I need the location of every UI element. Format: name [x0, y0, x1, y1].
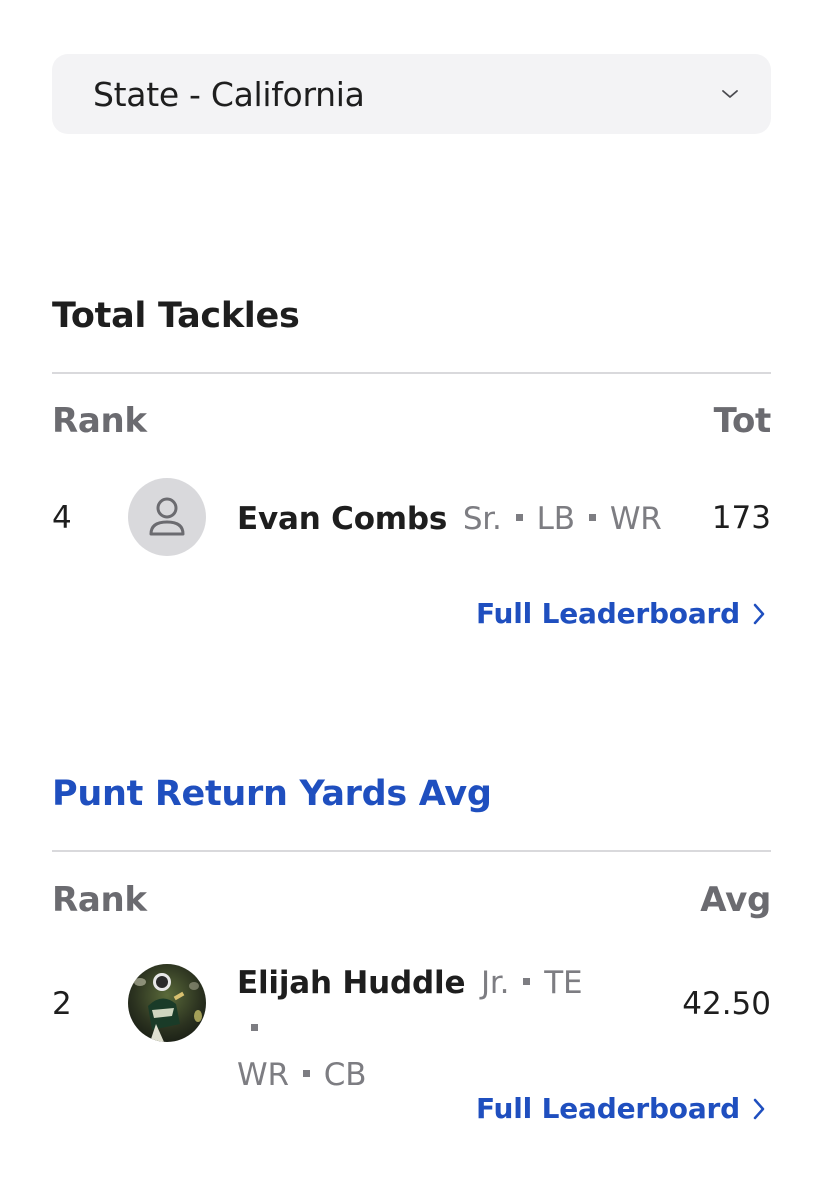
player-position: TE: [544, 965, 583, 1001]
person-icon: [149, 497, 185, 536]
player-class: Jr.: [480, 965, 510, 1001]
section-title-total-tackles: Total Tackles: [52, 296, 300, 336]
full-leaderboard-link[interactable]: Full Leaderboard: [476, 1092, 766, 1125]
rank-column-header: Rank: [52, 401, 147, 441]
separator-dot: [523, 978, 531, 985]
rank-number: 2: [52, 986, 72, 1022]
chevron-right-icon: [753, 1098, 765, 1119]
player-position: WR: [237, 1057, 289, 1093]
full-leaderboard-label: Full Leaderboard: [475, 597, 740, 630]
avatar: [128, 478, 206, 556]
chevron-right-icon: [753, 603, 765, 624]
separator-dot: [302, 1070, 310, 1077]
stat-value: 173: [711, 500, 771, 536]
player-photo: [128, 964, 206, 1042]
rank-column-header: Rank: [52, 880, 147, 920]
stat-column-header: Avg: [700, 880, 771, 920]
stat-value: 42.50: [682, 986, 771, 1022]
player-info: Evan Combs Sr. LB WR: [237, 496, 662, 542]
leaderboard-page: State - California Total Tackles Rank To…: [0, 0, 823, 1200]
section-divider: [52, 372, 771, 374]
separator-dot: [588, 514, 596, 521]
avatar: [128, 964, 206, 1042]
stat-column-header: Tot: [713, 401, 772, 441]
full-leaderboard-link[interactable]: Full Leaderboard: [476, 597, 766, 630]
player-info: Elijah Huddle Jr. TE WR CB: [237, 960, 617, 1098]
player-position: CB: [323, 1057, 367, 1093]
player-name: Evan Combs: [237, 501, 448, 537]
player-class: Sr.: [462, 501, 502, 537]
section-divider: [52, 850, 771, 852]
separator-dot: [251, 1024, 258, 1031]
player-name: Elijah Huddle: [237, 965, 466, 1001]
full-leaderboard-label: Full Leaderboard: [475, 1092, 740, 1125]
player-position: LB: [536, 501, 575, 537]
section-title-punt-return-yards-avg[interactable]: Punt Return Yards Avg: [52, 774, 492, 814]
dropdown-selected-value: State - California: [93, 74, 365, 114]
separator-dot: [515, 514, 523, 521]
rank-number: 4: [52, 500, 72, 536]
chevron-down-icon: [722, 90, 738, 98]
state-filter-dropdown[interactable]: State - California: [52, 54, 771, 134]
player-position: WR: [609, 501, 662, 537]
